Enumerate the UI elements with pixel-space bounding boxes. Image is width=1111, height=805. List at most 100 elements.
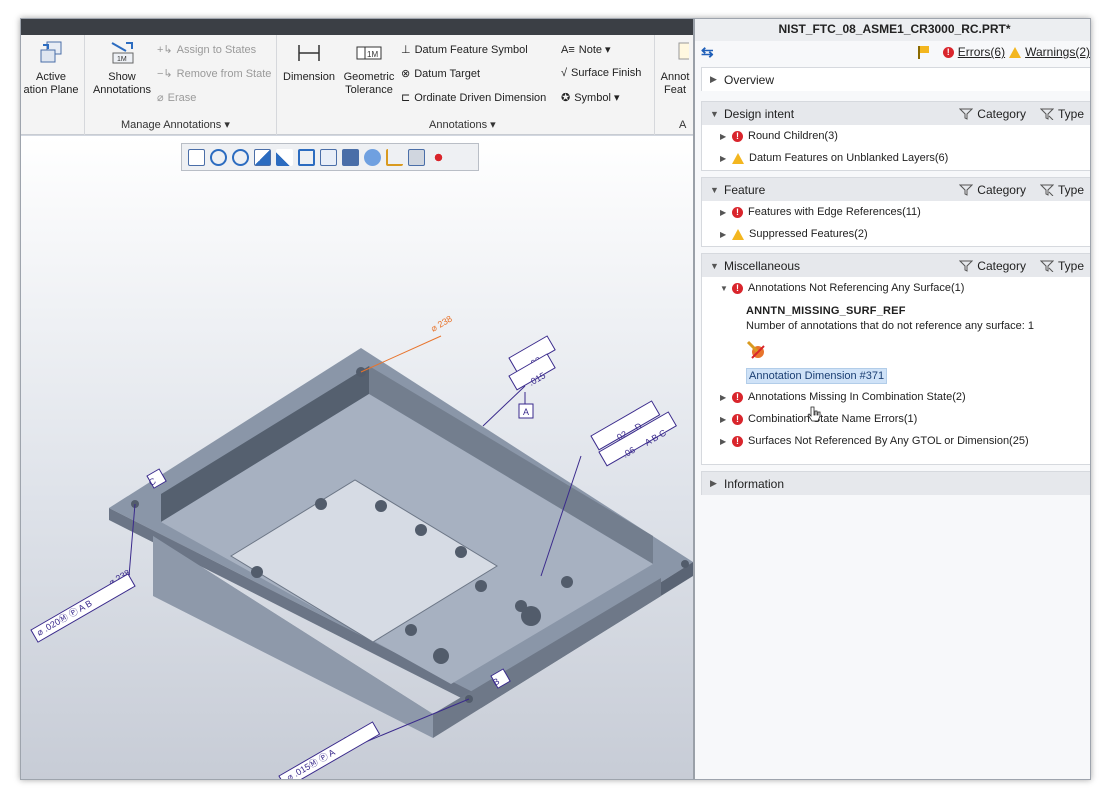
check-row-suppressed-features[interactable]: ▶ Suppressed Features(2): [702, 223, 1090, 245]
miscellaneous-section: ▼ Miscellaneous Category Type ▼! Annotati…: [701, 253, 1090, 465]
svg-text:1M: 1M: [367, 50, 378, 59]
information-label: Information: [724, 476, 785, 491]
expand-arrow-icon[interactable]: ▶: [710, 74, 718, 85]
expand-arrow-icon[interactable]: ▶: [720, 230, 729, 239]
check-row-round-children[interactable]: ▶! Round Children(3): [702, 125, 1090, 147]
dimension-button[interactable]: Dimension: [281, 39, 337, 84]
check-row-edge-references[interactable]: ▶! Features with Edge References(11): [702, 201, 1090, 223]
warning-icon: [732, 152, 744, 164]
category-filter[interactable]: Category: [959, 259, 1026, 273]
refit-icon[interactable]: [188, 148, 205, 166]
expand-arrow-icon[interactable]: ▶: [720, 415, 729, 424]
information-section[interactable]: ▶ Information: [701, 471, 1090, 495]
collapse-arrow-icon[interactable]: ▼: [710, 185, 719, 195]
refresh-icon[interactable]: ⇆: [701, 43, 714, 61]
annotation-display-icon[interactable]: [408, 148, 425, 166]
filter-type-icon: [1039, 260, 1054, 272]
view-manager-icon[interactable]: [342, 148, 359, 166]
spin-center-icon[interactable]: [430, 148, 447, 166]
check-row-not-referencing-surface[interactable]: ▼! Annotations Not Referencing Any Surfac…: [702, 277, 1090, 299]
leader-line-top: [360, 335, 442, 373]
flag-icon[interactable]: [917, 46, 929, 59]
expand-arrow-icon[interactable]: ▶: [720, 132, 729, 141]
filter-icon: [959, 260, 974, 272]
display-style-icon[interactable]: [298, 148, 315, 166]
perspective-icon[interactable]: [364, 148, 381, 166]
check-row-datum-features[interactable]: ▶ Datum Features on Unblanked Layers(6): [702, 147, 1090, 169]
zoom-out-icon[interactable]: [232, 148, 249, 166]
note-button[interactable]: A≡ Note ▾: [561, 43, 611, 57]
erase-button[interactable]: ⌀ Erase: [157, 91, 196, 105]
gtol-left-text: ⌀ .020Ⓜ Ⓟ A B: [35, 598, 94, 638]
expand-arrow-icon[interactable]: ▶: [720, 437, 729, 446]
repaint-icon[interactable]: [254, 148, 271, 166]
design-intent-header[interactable]: ▼ Design intent Category Type: [702, 102, 1090, 125]
datum-feature-symbol-button[interactable]: ⊥ Datum Feature Symbol: [401, 43, 528, 57]
overview-label: Overview: [724, 72, 775, 87]
saved-views-icon[interactable]: [320, 148, 337, 166]
type-filter[interactable]: Type: [1039, 259, 1084, 273]
miscellaneous-header[interactable]: ▼ Miscellaneous Category Type: [702, 254, 1090, 277]
model-view[interactable]: ⌀ 238 .03 .015 A .02 D .06 A B C C: [21, 136, 693, 780]
geometric-tolerance-icon: 1M: [356, 46, 382, 60]
datum-target-button[interactable]: ⊗ Datum Target: [401, 67, 480, 81]
active-annotation-plane-button[interactable]: Active ation Plane: [21, 39, 81, 97]
geometric-tolerance-button[interactable]: 1M Geometric Tolerance: [341, 39, 397, 97]
sketcher-icon[interactable]: [276, 148, 293, 166]
expand-arrow-icon[interactable]: ▶: [720, 208, 729, 217]
warnings-link[interactable]: Warnings(2): [1025, 45, 1090, 59]
design-intent-section: ▼ Design intent Category Type ▶! Round Ch…: [701, 101, 1090, 171]
partial-group-label: A: [679, 119, 687, 131]
panel-status-bar: ⇆ ! Errors(6) Warnings(2): [695, 41, 1090, 63]
expand-arrow-icon[interactable]: ▶: [710, 478, 718, 489]
check-row-combination-state-name[interactable]: ▶! Combination State Name Errors(1): [702, 408, 1090, 430]
datum-display-icon[interactable]: [386, 148, 403, 166]
graphics-toolbar: [181, 143, 479, 171]
check-detail: ANNTN_MISSING_SURF_REF Number of annotat…: [702, 305, 1090, 384]
check-row-missing-combination-state[interactable]: ▶! Annotations Missing In Combination Sta…: [702, 386, 1090, 408]
error-icon: !: [732, 282, 743, 294]
check-row-surfaces-not-referenced[interactable]: ▶! Surfaces Not Referenced By Any GTOL or…: [702, 430, 1090, 452]
symbol-button[interactable]: ✪ Symbol ▾: [561, 91, 619, 104]
surface-finish-button[interactable]: √ Surface Finish: [561, 67, 641, 79]
assign-to-states-button[interactable]: +↳ Assign to States: [157, 43, 256, 57]
annotation-feature-icon: [678, 42, 689, 60]
annotation-dimension-link[interactable]: Annotation Dimension #371: [746, 368, 888, 384]
expand-arrow-icon[interactable]: ▶: [720, 154, 729, 163]
collapse-arrow-icon[interactable]: ▼: [720, 284, 729, 293]
filter-icon: [959, 108, 974, 120]
overview-section[interactable]: ▶ Overview: [701, 67, 1090, 91]
ribbon-group-plane: Active ation Plane: [21, 35, 85, 135]
manage-annotations-group-label[interactable]: Manage Annotations ▾: [121, 118, 230, 131]
ribbon-group-annotations: Dimension 1M Geometric Tolerance ⊥ Datum …: [277, 35, 655, 135]
collapse-arrow-icon[interactable]: ▼: [710, 261, 719, 271]
expand-arrow-icon[interactable]: ▶: [720, 393, 729, 402]
dim-top-text[interactable]: ⌀ 238: [429, 314, 454, 334]
ordinate-dimension-icon: ⊏: [401, 92, 411, 104]
category-filter[interactable]: Category: [959, 183, 1026, 197]
window-title-strip: [21, 19, 693, 35]
annotations-group-label[interactable]: Annotations ▾: [429, 118, 496, 131]
ribbon-group-manage: 1M Show Annotations +↳ Assign to States −…: [85, 35, 277, 135]
error-icon: !: [732, 206, 743, 218]
remove-from-state-button[interactable]: −↳ Remove from State: [157, 67, 271, 81]
error-icon: !: [942, 46, 954, 58]
zoom-in-icon[interactable]: [210, 148, 227, 166]
collapse-arrow-icon[interactable]: ▼: [710, 109, 719, 119]
note-icon: A≡: [561, 43, 575, 56]
datum-feature-icon: ⊥: [401, 44, 411, 56]
ordinate-driven-dimension-button[interactable]: ⊏ Ordinate Driven Dimension: [401, 91, 546, 105]
graphics-viewport[interactable]: ⌀ 238 .03 .015 A .02 D .06 A B C C: [21, 136, 693, 780]
warning-icon: [732, 228, 744, 240]
erase-icon: ⌀: [157, 92, 164, 104]
category-filter[interactable]: Category: [959, 107, 1026, 121]
errors-link[interactable]: Errors(6): [958, 45, 1005, 59]
type-filter[interactable]: Type: [1039, 107, 1084, 121]
type-filter[interactable]: Type: [1039, 183, 1084, 197]
annotation-feature-button[interactable]: Annot Feat: [657, 39, 693, 97]
show-annotations-label-1: Show: [108, 71, 136, 83]
dimension-icon: [298, 45, 320, 61]
show-annotations-button[interactable]: 1M Show Annotations: [91, 39, 153, 97]
check-code: ANNTN_MISSING_SURF_REF: [746, 305, 906, 317]
feature-header[interactable]: ▼ Feature Category Type: [702, 178, 1090, 201]
